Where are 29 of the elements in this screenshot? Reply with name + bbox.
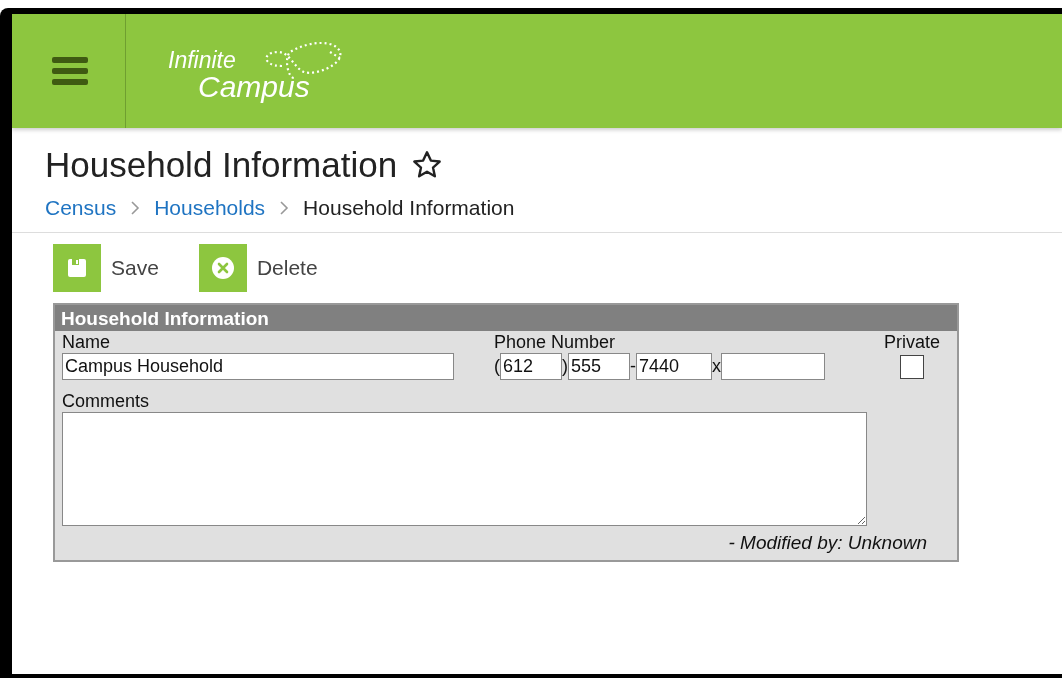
private-checkbox[interactable] [900, 355, 924, 379]
comments-field[interactable] [62, 412, 867, 526]
name-field[interactable]: Campus Household [62, 353, 454, 380]
phone-separator: ( [494, 356, 500, 377]
panel-header: Household Information [55, 305, 957, 331]
save-button[interactable]: Save [53, 243, 159, 293]
logo-text: Infinite [168, 48, 237, 72]
menu-icon[interactable] [51, 55, 88, 87]
page-title: Household Information [45, 144, 398, 186]
field-label: Comments [62, 390, 151, 412]
close-circle-icon [210, 256, 235, 280]
modified-by-text: - Modified by: Unknown [728, 532, 927, 553]
breadcrumb-link[interactable]: Households [154, 196, 266, 220]
phone-separator: ) [562, 356, 568, 377]
delete-button[interactable]: Delete [198, 243, 318, 293]
phone-field[interactable]: 7440 [636, 353, 712, 380]
phone-separator: x [712, 356, 721, 377]
chevron-icon [279, 201, 290, 215]
phone-field[interactable] [721, 353, 825, 380]
breadcrumb-current: Household Information [303, 196, 515, 220]
chevron-icon [130, 201, 141, 215]
breadcrumb-link[interactable]: Census [45, 196, 117, 220]
field-label: Name [62, 331, 111, 353]
phone-separator: - [630, 356, 636, 377]
field-label: Private [884, 331, 941, 353]
phone-field[interactable]: 612 [500, 353, 562, 380]
field-label: Phone Number [494, 331, 617, 353]
logo-text: Campus [198, 72, 310, 102]
phone-field[interactable]: 555 [568, 353, 630, 380]
